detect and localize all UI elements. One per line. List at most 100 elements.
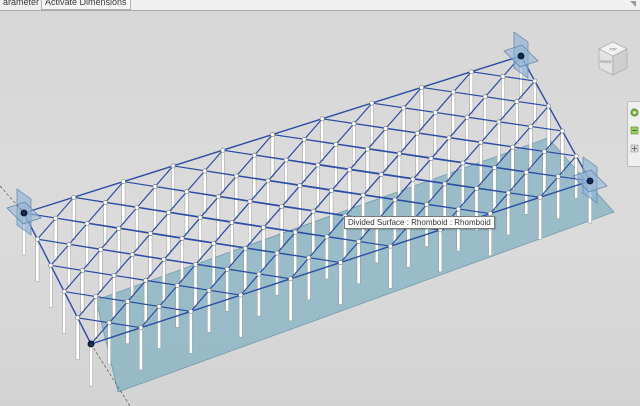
column <box>248 201 252 244</box>
grid-line <box>68 223 88 245</box>
grid-node <box>442 181 448 187</box>
column <box>71 197 76 240</box>
grid-line <box>467 116 499 123</box>
grid-node <box>301 136 307 142</box>
grid-node <box>432 110 438 115</box>
grid-node <box>542 149 547 154</box>
options-bar: arameter Activate Dimensions <box>0 0 640 11</box>
grid-line <box>163 238 183 260</box>
grid-node <box>446 135 452 141</box>
grid-node <box>424 202 429 207</box>
column <box>307 257 311 300</box>
grid-node <box>179 236 185 241</box>
grid-node <box>410 176 416 182</box>
grid-line <box>50 264 83 271</box>
column <box>184 191 189 234</box>
grid-line <box>299 185 332 191</box>
grid-line <box>498 121 531 127</box>
steering-wheel-icon[interactable] <box>630 108 639 117</box>
dropdown-icon[interactable] <box>630 1 636 7</box>
3d-viewport[interactable]: Divided Surface : Rhomboid : Rhomboid TO… <box>0 11 640 406</box>
activate-dimensions-button[interactable]: Activate Dimensions <box>41 0 131 10</box>
column <box>542 151 547 194</box>
column <box>538 197 542 240</box>
grid-node <box>532 78 538 84</box>
grid-line <box>132 254 164 260</box>
column <box>311 211 316 254</box>
column <box>180 238 184 281</box>
grid-line <box>231 222 264 228</box>
grid-node <box>464 114 470 120</box>
grid-node <box>93 294 99 299</box>
model-scene[interactable] <box>0 11 640 406</box>
column <box>116 228 121 271</box>
grid-node <box>537 194 543 200</box>
grid-line <box>136 186 156 208</box>
column <box>546 105 551 149</box>
column <box>338 262 343 305</box>
grid-line <box>249 201 282 207</box>
grid-node <box>474 185 479 191</box>
grid-node <box>315 162 321 168</box>
grid-node <box>514 99 520 104</box>
grid-line <box>95 275 115 297</box>
grid-line <box>186 170 206 192</box>
grid-node <box>251 152 257 158</box>
parameter-label[interactable]: arameter <box>0 0 42 9</box>
grid-node <box>75 315 80 321</box>
grid-line <box>123 181 156 188</box>
viewcube-icon[interactable]: TOP FRONT <box>593 39 631 83</box>
grid-node <box>546 103 551 109</box>
grid-line <box>421 86 454 93</box>
grid-node <box>80 268 85 273</box>
column <box>67 244 71 287</box>
grid-node <box>184 189 189 195</box>
column <box>533 80 537 124</box>
grid-node <box>414 130 420 136</box>
grid-node <box>53 215 58 221</box>
grid-node <box>238 292 244 298</box>
column <box>139 327 143 370</box>
grid-node <box>121 179 126 184</box>
grid-node <box>510 144 515 150</box>
grid-node <box>161 257 167 262</box>
column <box>157 306 161 349</box>
grid-node <box>256 271 262 277</box>
grid-node <box>229 220 235 225</box>
grid-line <box>37 238 70 245</box>
grid-node <box>496 119 502 125</box>
grid-node <box>261 224 266 230</box>
column <box>288 278 293 321</box>
grid-line <box>213 242 246 249</box>
column <box>211 243 216 286</box>
grid-line <box>471 71 504 77</box>
column <box>148 233 153 276</box>
pan-icon[interactable] <box>630 144 639 153</box>
grid-node <box>106 320 112 326</box>
column <box>175 285 180 328</box>
column <box>465 117 469 160</box>
grid-line <box>82 270 115 276</box>
zoom-icon[interactable] <box>630 126 639 135</box>
grid-line <box>381 174 413 180</box>
grid-line <box>150 233 183 239</box>
column <box>85 223 89 266</box>
grid-node <box>193 261 198 267</box>
grid-node <box>147 231 153 236</box>
grid-node <box>283 157 289 163</box>
column <box>103 202 108 245</box>
column <box>383 128 388 171</box>
grid-line <box>304 138 336 145</box>
grid-node <box>428 156 434 161</box>
column <box>501 76 505 119</box>
grid-node <box>174 282 180 288</box>
grid-node <box>274 250 280 256</box>
grid-line <box>55 217 88 224</box>
grid-line <box>281 206 314 212</box>
grid-line <box>77 296 97 319</box>
grid-line <box>480 142 513 148</box>
column <box>356 241 361 284</box>
grid-line <box>37 217 56 240</box>
grid-line <box>200 217 232 223</box>
grid-line <box>502 75 535 82</box>
